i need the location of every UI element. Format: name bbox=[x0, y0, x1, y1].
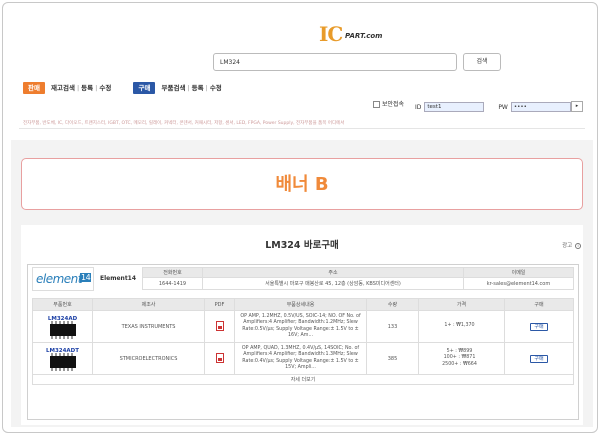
id-input[interactable]: test1 bbox=[424, 102, 485, 112]
element14-logo-num: 14 bbox=[80, 273, 92, 282]
quantity-cell: 385 bbox=[366, 342, 419, 375]
email-value[interactable]: kr-sales@element14.com bbox=[463, 277, 574, 290]
category-links[interactable]: 전자부품, 반도체, IC, 다이오드, 트랜지스터, IGBT, OTC, 메… bbox=[23, 120, 344, 126]
sell-badge[interactable]: 판매 bbox=[23, 82, 45, 94]
logo-ic: IC bbox=[319, 22, 343, 46]
id-label: ID bbox=[415, 103, 422, 111]
manufacturer-cell: STMICROELECTRONICS bbox=[92, 342, 205, 375]
pdf-cell[interactable] bbox=[204, 342, 235, 375]
quantity-cell: 133 bbox=[366, 310, 419, 343]
sell-edit-link[interactable]: 수정 bbox=[99, 84, 111, 92]
address-header: 주소 bbox=[202, 267, 464, 278]
price-cell: 5+ : ₩899 100+ : ₩871 2500+ : ₩664 bbox=[418, 342, 505, 375]
col-description: 부품상세내용 bbox=[234, 298, 367, 311]
secure-login-checkbox[interactable] bbox=[373, 101, 380, 108]
buy-badge[interactable]: 구매 bbox=[133, 82, 156, 94]
buy-section-title: LM324 바로구매 bbox=[265, 240, 339, 251]
search-input[interactable] bbox=[213, 53, 457, 71]
secure-login-label: 보안접속 bbox=[382, 101, 405, 108]
page-frame: IC PART.com 검색 판매 재고검색|등록|수정 구매 부품검색|등록|… bbox=[2, 2, 598, 433]
buy-edit-link[interactable]: 수정 bbox=[210, 84, 222, 92]
buy-button[interactable]: 구매 bbox=[530, 322, 548, 331]
chip-image bbox=[49, 320, 76, 339]
buy-register-link[interactable]: 등록 bbox=[192, 84, 204, 92]
table-row: LM324AD TEXAS INSTRUMENTS OP AMP, 1.2MHZ… bbox=[32, 310, 574, 343]
info-icon: i bbox=[575, 243, 581, 249]
col-manufacturer: 제조사 bbox=[92, 298, 205, 311]
email-header: 이메일 bbox=[463, 267, 574, 278]
ad-text: 광고 bbox=[562, 243, 573, 249]
pw-input[interactable]: •••• bbox=[510, 102, 571, 112]
table-row: LM324ADT STMICROELECTRONICS OP AMP, QUAD… bbox=[32, 342, 574, 375]
element14-logo[interactable]: element 14 bbox=[32, 267, 94, 291]
col-part-number: 부품번호 bbox=[32, 298, 93, 311]
buy-cell: 구매 bbox=[504, 310, 574, 343]
part-cell[interactable]: LM324AD bbox=[32, 310, 93, 343]
distributor-info-table: 전화번호 주소 이메일 1644-1419 서울특별시 마포구 매봉산로 45,… bbox=[142, 267, 574, 290]
banner-b[interactable]: 배너 B bbox=[21, 158, 583, 210]
logo-part: PART.com bbox=[345, 32, 383, 40]
secure-login-option[interactable]: 보안접속 bbox=[373, 99, 404, 111]
col-quantity: 수량 bbox=[366, 298, 419, 311]
see-more-link[interactable]: 자세 더보기 bbox=[32, 374, 574, 385]
divider bbox=[19, 128, 585, 129]
distributor-card: element 14 Element14 전화번호 주소 이메일 1644-14… bbox=[27, 264, 579, 420]
buy-cell: 구매 bbox=[504, 342, 574, 375]
price-cell: 1+ : ₩1,370 bbox=[418, 310, 505, 343]
col-buy: 구매 bbox=[504, 298, 574, 311]
col-pdf: PDF bbox=[204, 298, 235, 311]
buy-part-search-link[interactable]: 부품검색 bbox=[162, 84, 186, 92]
sell-register-link[interactable]: 등록 bbox=[81, 84, 93, 92]
chip-image bbox=[49, 352, 76, 371]
description-cell: OP AMP, 1.2MHZ, 0.5V/US, SOIC-14; NO. OF… bbox=[234, 310, 367, 343]
search-button[interactable]: 검색 bbox=[463, 53, 501, 71]
distributor-header: element 14 Element14 전화번호 주소 이메일 1644-14… bbox=[32, 267, 574, 292]
phone-value: 1644-1419 bbox=[142, 277, 203, 290]
pdf-cell[interactable] bbox=[204, 310, 235, 343]
description-cell: OP AMP, QUAD, 1.3MHZ, 0.4V/μS, 14SOIC; N… bbox=[234, 342, 367, 375]
buy-section: LM324 바로구매 광고 i element 14 Element14 전화번… bbox=[21, 225, 583, 425]
pdf-icon[interactable] bbox=[215, 352, 224, 363]
pdf-icon[interactable] bbox=[215, 320, 224, 331]
address-value: 서울특별시 마포구 매봉산로 45, 12층 (상암동, KBS미디어센터) bbox=[202, 277, 464, 290]
buy-button[interactable]: 구매 bbox=[530, 354, 548, 363]
sell-buy-nav: 판매 재고검색 | 등록 | 수정 구매 부품검색 | 등록 | 수정 bbox=[23, 81, 222, 95]
pw-label: PW bbox=[498, 103, 508, 111]
login-form: ID test1 PW •••• bbox=[413, 102, 571, 112]
element14-logo-text: element bbox=[36, 272, 82, 286]
site-logo[interactable]: IC PART.com bbox=[319, 23, 399, 47]
phone-header: 전화번호 bbox=[142, 267, 203, 278]
col-price: 가격 bbox=[418, 298, 505, 311]
distributor-name: Element14 bbox=[100, 275, 137, 282]
parts-table: 부품번호 제조사 PDF 부품상세내용 수량 가격 구매 LM324AD TEX… bbox=[32, 298, 574, 385]
price-tier: 2500+ : ₩664 bbox=[442, 361, 477, 367]
manufacturer-cell: TEXAS INSTRUMENTS bbox=[92, 310, 205, 343]
part-cell[interactable]: LM324ADT bbox=[32, 342, 93, 375]
sell-stock-search-link[interactable]: 재고검색 bbox=[51, 84, 75, 92]
login-button[interactable]: ▸ bbox=[571, 101, 583, 112]
ad-label[interactable]: 광고 i bbox=[562, 241, 581, 249]
